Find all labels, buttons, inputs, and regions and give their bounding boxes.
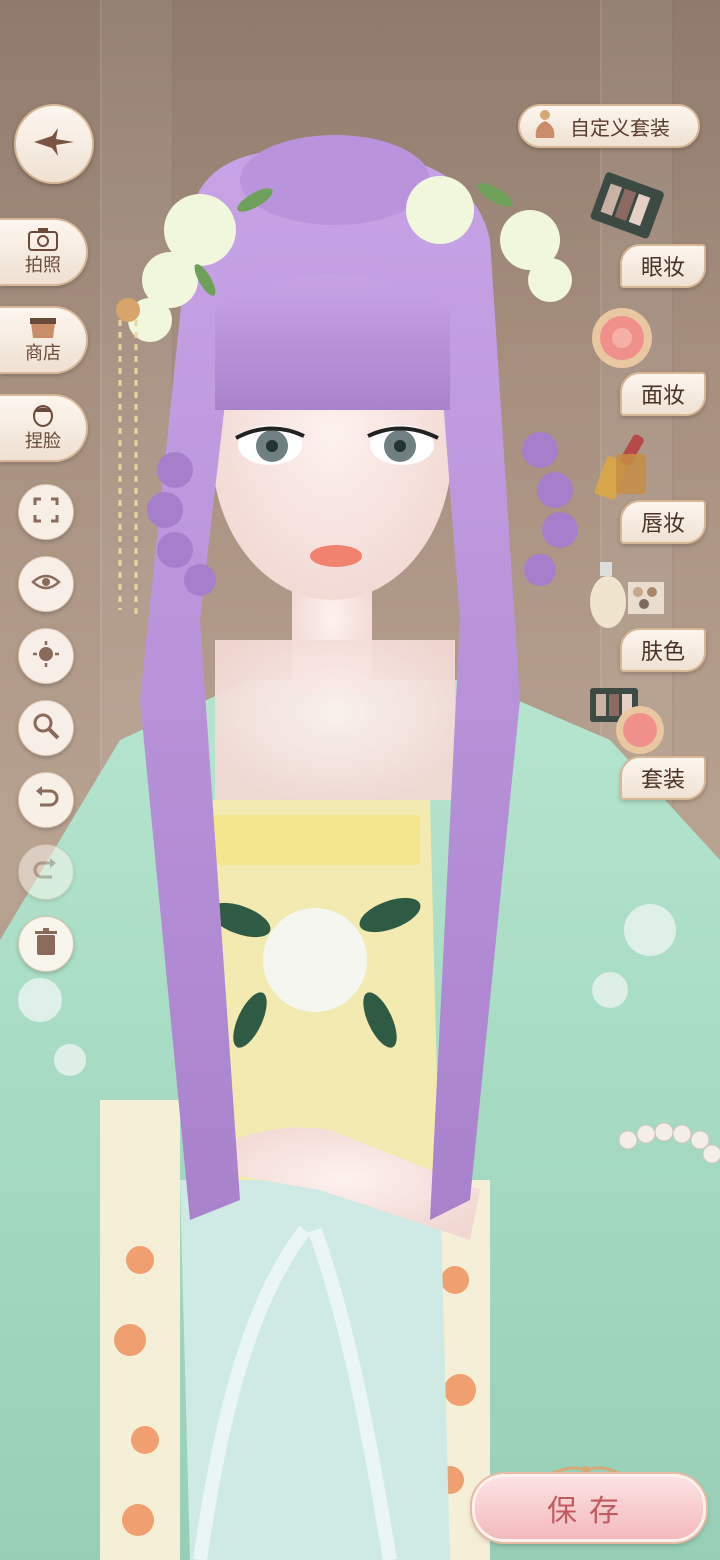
compass-star-icon [32, 127, 76, 161]
undo-icon [33, 785, 59, 815]
save-button[interactable]: 保存 [472, 1474, 706, 1542]
eye-toggle-button[interactable] [18, 556, 74, 612]
redo-button[interactable] [18, 844, 74, 900]
lipstick-icon [586, 424, 660, 504]
camera-icon [28, 227, 58, 251]
peony-embroidery [263, 908, 367, 1012]
hair-bun [240, 135, 430, 225]
makeup-lip-label: 唇妆 [620, 500, 706, 544]
undo-button[interactable] [18, 772, 74, 828]
makeup-set-icon [586, 680, 664, 760]
hairpin-tassel [116, 298, 140, 620]
makeup-set-label: 套装 [620, 756, 706, 800]
zoom-button[interactable] [18, 700, 74, 756]
face-label: 捏脸 [25, 431, 61, 452]
shop-icon [28, 315, 58, 339]
eyeshadow-palette-icon [586, 168, 664, 248]
makeup-eye[interactable]: 眼妆 [580, 168, 710, 288]
makeup-face[interactable]: 面妆 [580, 296, 710, 416]
makeup-eye-label: 眼妆 [620, 244, 706, 288]
makeup-face-label: 面妆 [620, 372, 706, 416]
foundation-bottle-icon [586, 552, 664, 632]
shop-label: 商店 [25, 343, 61, 364]
shop-button[interactable]: 商店 [0, 306, 88, 374]
delete-button[interactable] [18, 916, 74, 972]
lighting-button[interactable] [18, 628, 74, 684]
photo-label: 拍照 [25, 255, 61, 276]
bangs [215, 275, 450, 410]
makeup-skin[interactable]: 肤色 [580, 552, 710, 672]
eye-icon [31, 572, 61, 596]
face-icon [28, 403, 58, 427]
zoom-icon [32, 712, 60, 744]
custom-outfit-button[interactable]: 自定义套装 [518, 104, 700, 148]
makeup-skin-label: 肤色 [620, 628, 706, 672]
sun-light-icon [32, 640, 60, 672]
custom-outfit-label: 自定义套装 [570, 115, 670, 140]
focus-frame-icon [33, 497, 59, 527]
focus-button[interactable] [18, 484, 74, 540]
blush-compact-icon [586, 296, 660, 376]
trash-icon [34, 928, 58, 960]
redo-icon [33, 857, 59, 887]
makeup-set[interactable]: 套装 [580, 680, 710, 800]
back-button[interactable] [14, 104, 94, 184]
photo-button[interactable]: 拍照 [0, 218, 88, 286]
dress-form-icon [528, 108, 562, 145]
face-edit-button[interactable]: 捏脸 [0, 394, 88, 462]
makeup-lip[interactable]: 唇妆 [580, 424, 710, 544]
